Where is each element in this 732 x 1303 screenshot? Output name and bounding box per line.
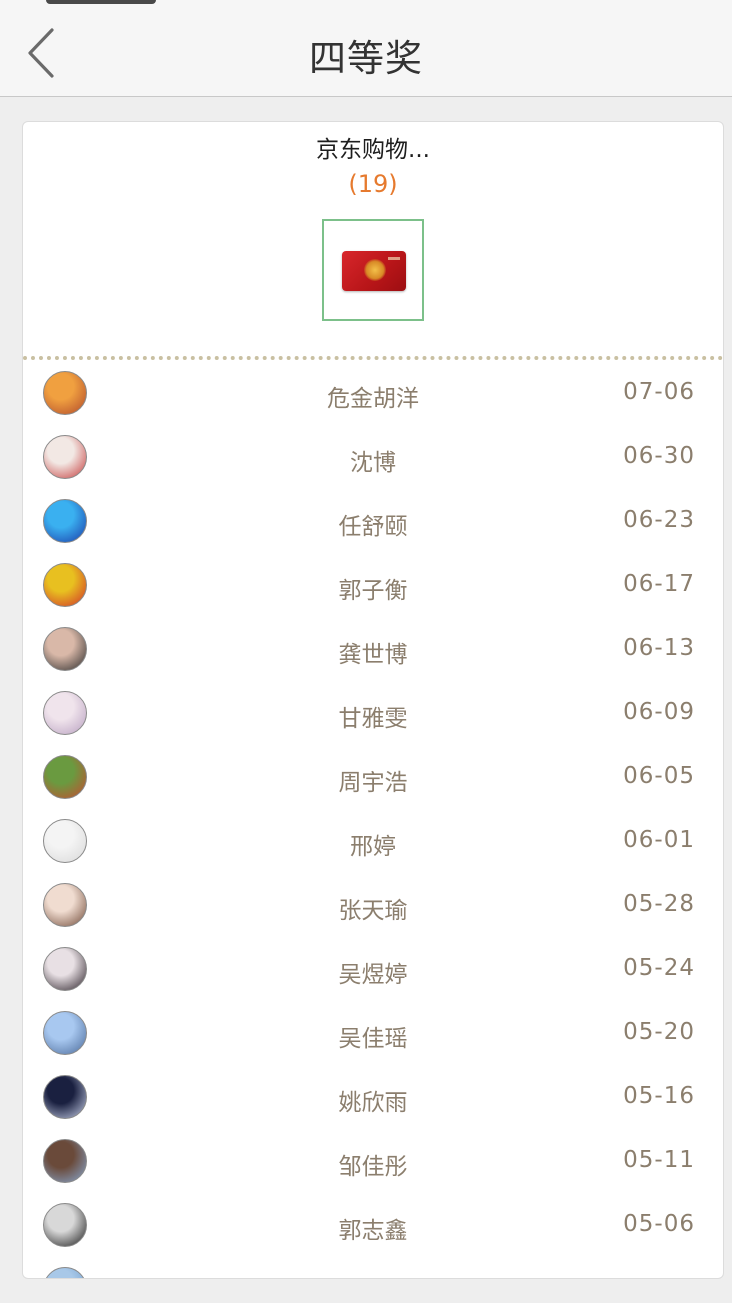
- winner-name: 任舒颐: [338, 514, 408, 540]
- winner-date: 05-06: [623, 1211, 695, 1237]
- avatar[interactable]: [43, 627, 87, 671]
- winner-name: 吴佳瑶: [338, 1026, 408, 1052]
- jd-gift-card-icon: [342, 251, 406, 291]
- winner-row: 周宇浩 06-05: [23, 746, 723, 810]
- avatar[interactable]: [43, 691, 87, 735]
- winner-date: 07-06: [623, 379, 695, 405]
- avatar[interactable]: [43, 1203, 87, 1247]
- avatar[interactable]: [43, 435, 87, 479]
- winner-row: 吴煜婷 05-24: [23, 938, 723, 1002]
- winner-row: 危金胡洋 07-06: [23, 362, 723, 426]
- winner-row: 龚世博 06-13: [23, 618, 723, 682]
- winner-date: 06-30: [623, 443, 695, 469]
- winner-name: 郭子衡: [338, 578, 408, 604]
- winner-row: 邢婷 06-01: [23, 810, 723, 874]
- avatar[interactable]: [43, 499, 87, 543]
- winner-row: 沈博 06-30: [23, 426, 723, 490]
- winner-list: 危金胡洋 07-06 沈博 06-30 任舒颐 06-23 郭子衡 06-17 龚世博 06-13…: [23, 362, 723, 1278]
- winner-name: 张天瑜: [338, 898, 408, 924]
- avatar[interactable]: [43, 819, 87, 863]
- winner-date: 06-23: [623, 507, 695, 533]
- winner-date: 06-09: [623, 699, 695, 725]
- avatar[interactable]: [43, 883, 87, 927]
- prize-name: 京东购物...: [316, 137, 430, 163]
- winner-row: 邹佳彤 05-11: [23, 1130, 723, 1194]
- winner-name: 邹佳彤: [338, 1154, 408, 1180]
- winner-row: 姚欣雨 05-16: [23, 1066, 723, 1130]
- dotted-divider: [23, 356, 723, 360]
- avatar[interactable]: [43, 1267, 87, 1278]
- avatar[interactable]: [43, 371, 87, 415]
- winner-date: 05-11: [623, 1147, 695, 1173]
- page-title: 四等奖: [309, 37, 423, 80]
- winner-name: 甘雅雯: [338, 706, 408, 732]
- winner-name: 周宇浩: [338, 770, 408, 796]
- prize-card: 京东购物... (19) 危金胡洋 07-06 沈博 06-30 任舒颐 06-23 郭子衡…: [22, 121, 724, 1279]
- winner-row: 郭志鑫 05-06: [23, 1194, 723, 1258]
- avatar[interactable]: [43, 755, 87, 799]
- avatar[interactable]: [43, 1139, 87, 1183]
- winner-row: [23, 1258, 723, 1278]
- winner-name: 危金胡洋: [327, 386, 419, 412]
- winner-date: 06-05: [623, 763, 695, 789]
- winner-row: 吴佳瑶 05-20: [23, 1002, 723, 1066]
- avatar[interactable]: [43, 563, 87, 607]
- prize-count: (19): [348, 170, 398, 198]
- winner-row: 张天瑜 05-28: [23, 874, 723, 938]
- winner-date: 06-13: [623, 635, 695, 661]
- winner-row: 任舒颐 06-23: [23, 490, 723, 554]
- winner-name: 龚世博: [338, 642, 408, 668]
- avatar[interactable]: [43, 947, 87, 991]
- winner-name: 姚欣雨: [338, 1090, 408, 1116]
- winner-date: 06-01: [623, 827, 695, 853]
- navigation-bar: 四等奖: [0, 0, 732, 97]
- winner-date: 05-20: [623, 1019, 695, 1045]
- status-bar-fragment: [0, 0, 732, 8]
- winner-date: 05-16: [623, 1083, 695, 1109]
- avatar[interactable]: [43, 1011, 87, 1055]
- winner-name: 郭志鑫: [338, 1218, 408, 1244]
- winner-name: 邢婷: [350, 834, 396, 860]
- winner-name: 沈博: [350, 450, 396, 476]
- winner-row: 甘雅雯 06-09: [23, 682, 723, 746]
- winner-date: 06-17: [623, 571, 695, 597]
- winner-date: 05-28: [623, 891, 695, 917]
- prize-image[interactable]: [322, 219, 424, 321]
- winner-row: 郭子衡 06-17: [23, 554, 723, 618]
- winner-name: 吴煜婷: [338, 962, 408, 988]
- winner-date: 05-24: [623, 955, 695, 981]
- avatar[interactable]: [43, 1075, 87, 1119]
